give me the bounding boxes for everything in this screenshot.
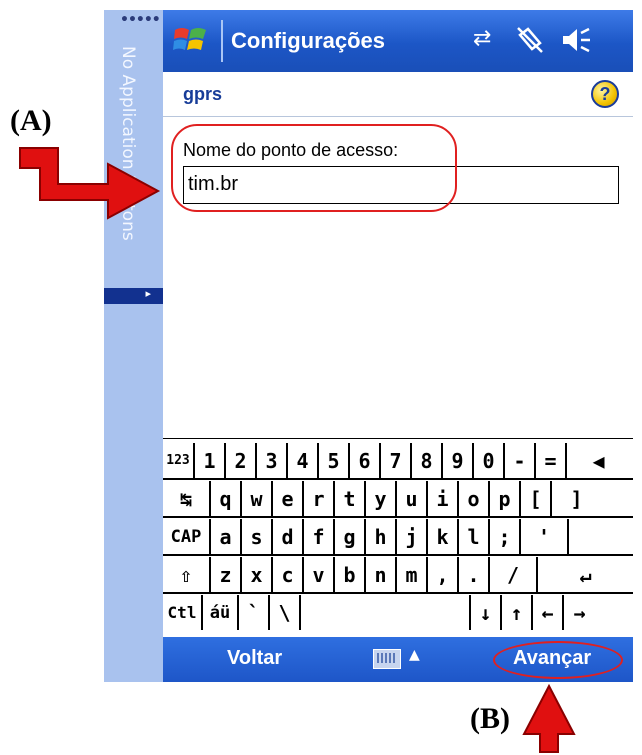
key[interactable]: s (242, 519, 273, 554)
key[interactable]: g (335, 519, 366, 554)
key[interactable]: . (459, 557, 490, 592)
key[interactable]: 4 (288, 443, 319, 478)
keyboard-row-1: 123 1 2 3 4 5 6 7 8 9 0 - = ◀ (163, 443, 633, 480)
speaker-icon[interactable] (559, 25, 591, 55)
annotation-arrow-a (19, 147, 161, 220)
page-title: Configurações (231, 28, 386, 53)
keyboard-row-3: CAP a s d f g h j k l ; ' (163, 519, 633, 556)
key-blank (569, 519, 633, 554)
space-key[interactable] (301, 595, 471, 630)
accents-key[interactable]: áü (203, 595, 239, 630)
key[interactable]: d (273, 519, 304, 554)
key[interactable]: u (397, 481, 428, 516)
key[interactable]: f (304, 519, 335, 554)
caps-key[interactable]: CAP (163, 519, 211, 554)
key[interactable]: 5 (319, 443, 350, 478)
key[interactable]: n (366, 557, 397, 592)
key[interactable]: l (459, 519, 490, 554)
key[interactable]: ] (552, 481, 601, 516)
enter-key[interactable]: ↵ (538, 557, 633, 592)
annotation-arrow-b (522, 684, 576, 753)
down-arrow-key[interactable]: ↓ (471, 595, 502, 630)
key[interactable]: = (536, 443, 567, 478)
help-icon[interactable]: ? (591, 80, 619, 108)
key[interactable]: / (490, 557, 538, 592)
shift-key[interactable]: ⇧ (163, 557, 211, 592)
backspace-key[interactable]: ◀ (567, 443, 630, 478)
key[interactable]: z (211, 557, 242, 592)
sip-arrow-icon[interactable]: ▲ (409, 647, 420, 663)
key[interactable]: i (428, 481, 459, 516)
annotation-label-b: (B) (470, 702, 510, 735)
key[interactable]: \ (270, 595, 301, 630)
key[interactable]: ` (239, 595, 270, 630)
key[interactable]: 6 (350, 443, 381, 478)
right-arrow-key[interactable]: → (564, 595, 595, 630)
key[interactable]: - (505, 443, 536, 478)
annotation-label-a: (A) (10, 104, 52, 137)
key[interactable]: m (397, 557, 428, 592)
softkey-bar: Voltar ▲ Avançar (163, 637, 633, 682)
application-buttons-sidebar: ••••• No Application Buttons ▸ (104, 10, 164, 682)
sidebar-dots: ••••• (120, 12, 161, 28)
key[interactable]: 9 (443, 443, 474, 478)
highlight-ellipse-a (171, 124, 457, 212)
key[interactable]: r (304, 481, 335, 516)
sidebar-expand-bar[interactable]: ▸ (104, 287, 163, 304)
back-softkey[interactable]: Voltar (227, 647, 282, 670)
keyboard-row-4: ⇧ z x c v b n m , . / ↵ (163, 557, 633, 594)
connection-name: gprs (183, 84, 223, 104)
key[interactable]: x (242, 557, 273, 592)
left-arrow-key[interactable]: ← (533, 595, 564, 630)
tab-key[interactable]: ↹ (163, 481, 211, 516)
key[interactable]: v (304, 557, 335, 592)
key[interactable]: 0 (474, 443, 505, 478)
key[interactable]: 8 (412, 443, 443, 478)
settings-subheader: gprs ? (163, 72, 633, 117)
key[interactable]: y (366, 481, 397, 516)
key[interactable]: 2 (226, 443, 257, 478)
key[interactable]: 3 (257, 443, 288, 478)
up-arrow-key[interactable]: ↑ (502, 595, 533, 630)
expand-icon: ▸ (145, 287, 151, 300)
sync-arrows-icon[interactable]: ⇄ (473, 26, 491, 51)
key[interactable]: 1 (195, 443, 226, 478)
keyboard-row-5: Ctl áü ` \ ↓ ↑ ← → (163, 595, 633, 630)
device-screen: Configurações ⇄ gprs ? Nome do ponto de … (163, 10, 633, 682)
key[interactable]: e (273, 481, 304, 516)
key[interactable]: 7 (381, 443, 412, 478)
key[interactable]: b (335, 557, 366, 592)
key[interactable]: , (428, 557, 459, 592)
title-separator (221, 20, 223, 62)
key[interactable]: o (459, 481, 490, 516)
key[interactable]: w (242, 481, 273, 516)
key[interactable]: [ (521, 481, 552, 516)
key[interactable]: t (335, 481, 366, 516)
key[interactable]: a (211, 519, 242, 554)
highlight-ellipse-b (493, 641, 623, 679)
title-bar: Configurações ⇄ (163, 10, 633, 72)
keyboard-sip-icon[interactable] (373, 649, 401, 669)
soft-keyboard[interactable]: 123 1 2 3 4 5 6 7 8 9 0 - = ◀ ↹ q w e r … (163, 438, 633, 637)
windows-start-icon[interactable] (173, 22, 209, 58)
key[interactable]: k (428, 519, 459, 554)
ctrl-key[interactable]: Ctl (163, 595, 203, 630)
no-phone-icon[interactable] (515, 25, 545, 55)
key[interactable]: j (397, 519, 428, 554)
key[interactable]: 123 (163, 443, 195, 478)
key[interactable]: p (490, 481, 521, 516)
key[interactable]: q (211, 481, 242, 516)
keyboard-row-2: ↹ q w e r t y u i o p [ ] (163, 481, 633, 518)
key[interactable]: ' (521, 519, 569, 554)
key[interactable]: c (273, 557, 304, 592)
key[interactable]: h (366, 519, 397, 554)
key[interactable]: ; (490, 519, 521, 554)
